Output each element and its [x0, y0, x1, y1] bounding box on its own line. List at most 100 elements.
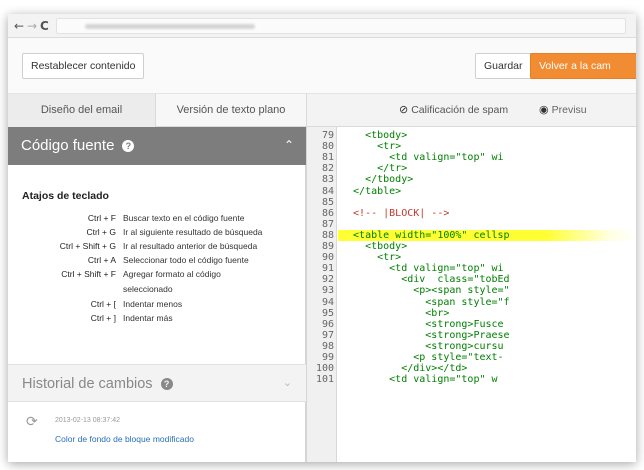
back-arrow-icon[interactable]: ←	[14, 17, 24, 35]
shortcut-description: Indentar menos	[123, 299, 183, 309]
app-window: ← → C Restablecer contenido Guardar Volv…	[8, 14, 636, 462]
left-tab-bar: Diseño del email Versión de texto plano	[8, 94, 306, 127]
help-icon[interactable]: ?	[160, 378, 173, 391]
code-text: <tbody>	[341, 241, 408, 252]
spam-score-label: Calificación de spam	[411, 104, 509, 116]
line-number: 86	[321, 207, 334, 219]
line-number: 84	[321, 185, 334, 197]
line-number: 95	[321, 307, 334, 319]
forward-arrow-icon[interactable]: →	[27, 17, 37, 35]
line-number: 81	[321, 152, 334, 164]
left-panel: Código fuente? ⌃ Atajos de teclado Ctrl …	[8, 127, 306, 462]
source-code-header[interactable]: Código fuente? ⌃	[8, 127, 306, 165]
code-text: <table width="100%" cellsp	[341, 229, 510, 241]
no-entry-icon: ⊘	[399, 104, 409, 116]
editor-toolbar: Restablecer contenido Guardar Volver a l…	[8, 38, 636, 94]
line-number: 100	[315, 363, 334, 375]
code-text: <tr>	[341, 252, 402, 264]
line-number: 101	[315, 374, 334, 386]
code-text: </tbody>	[341, 174, 414, 186]
code-text: <p><span style="	[341, 285, 510, 297]
line-number: 94	[321, 296, 334, 308]
code-text: <br>	[341, 307, 450, 319]
shortcut-description: Seleccionar todo el código fuente	[123, 255, 249, 265]
history-header[interactable]: Historial de cambios? ⌄	[8, 364, 306, 402]
line-number: 87	[321, 218, 334, 230]
eye-icon: ◉	[539, 104, 549, 116]
code-editor[interactable]: 79 <tbody> 80 <tr> 81 <td valign="top" wi 8…	[306, 127, 636, 462]
line-number: 80	[321, 141, 334, 153]
code-text: <td valign="top" wi	[341, 263, 504, 275]
shortcuts-heading: Atajos de teclado	[22, 190, 109, 202]
spam-score-tab[interactable]: ⊘ Calificación de spam	[399, 94, 508, 127]
line-number: 90	[321, 252, 334, 264]
shortcut-description: Ir al siguiente resultado de búsqueda	[123, 227, 263, 237]
preview-label: Previsu	[551, 104, 587, 116]
line-number: 92	[321, 274, 334, 286]
line-number: 98	[321, 340, 334, 352]
reset-content-button[interactable]: Restablecer contenido	[22, 53, 145, 79]
code-text: </table>	[341, 185, 402, 197]
history-title-row: Historial de cambios?	[22, 365, 173, 403]
line-number: 93	[321, 285, 334, 297]
shortcut-row: Ctrl + Shift + F Agregar formato al códig…	[22, 267, 302, 297]
code-text: <strong>Fusce	[341, 318, 504, 330]
code-text: <td valign="top" wi	[341, 152, 504, 164]
code-text: <tr>	[341, 141, 402, 153]
code-text: <div class="tobEd	[341, 274, 510, 286]
history-timestamp: 2013-02-13 08:37:42	[55, 417, 120, 424]
reload-icon[interactable]: C	[40, 17, 49, 35]
right-tab-bar: ⊘ Calificación de spam ◉ Previsu	[306, 94, 636, 127]
preview-tab[interactable]: ◉ Previsu	[539, 94, 587, 127]
line-number: 82	[321, 163, 334, 175]
shortcut-keys: Ctrl + A	[87, 255, 116, 265]
shortcut-description: Buscar texto en el código fuente	[123, 213, 245, 223]
shortcut-list: Ctrl + F Buscar texto en el código fuente…	[22, 211, 302, 325]
shortcut-row: Ctrl + ] Indentar más	[22, 311, 302, 325]
line-number: 91	[321, 263, 334, 275]
address-bar[interactable]	[56, 18, 626, 34]
edge-fade	[546, 127, 636, 462]
tab-plain-text[interactable]: Versión de texto plano	[156, 94, 306, 127]
code-text: <!-- |BLOCK| -->	[341, 207, 450, 219]
blurred-url	[85, 24, 255, 29]
shortcut-keys: Ctrl + F	[87, 213, 116, 223]
shortcut-keys: Ctrl + [	[90, 299, 116, 309]
save-button[interactable]: Guardar	[475, 53, 532, 79]
code-text: <td valign="top" w	[341, 374, 498, 386]
shortcut-description: Ir al resultado anterior de búsqueda	[123, 241, 258, 251]
code-text: </div></td>	[341, 363, 468, 375]
shortcut-description: Indentar más	[123, 313, 173, 323]
shortcut-keys: Ctrl + ]	[90, 313, 116, 323]
code-text: <span style="f	[341, 296, 510, 308]
shortcut-keys: Ctrl + G	[86, 227, 116, 237]
shortcut-keys: Ctrl + Shift + G	[59, 241, 116, 251]
line-number: 85	[321, 196, 334, 208]
code-text: <strong>Praese	[341, 329, 510, 341]
line-number: 99	[321, 352, 334, 363]
line-number: 89	[321, 241, 334, 252]
line-number: 97	[321, 329, 334, 341]
source-code-title-row: Código fuente?	[21, 127, 135, 165]
history-description[interactable]: Color de fondo de bloque modificado	[55, 434, 194, 444]
line-number: 79	[321, 130, 334, 141]
shortcut-row: Ctrl + G Ir al siguiente resultado de bús…	[22, 225, 302, 239]
line-number: 83	[321, 174, 334, 186]
shortcut-row: Ctrl + [ Indentar menos	[22, 297, 302, 311]
shortcut-description: Agregar formato al código seleccionado	[123, 269, 221, 294]
shortcut-row: Ctrl + A Seleccionar todo el código fuent…	[22, 253, 302, 267]
code-text: <strong>cursu	[341, 340, 504, 352]
source-code-title: Código fuente	[21, 137, 115, 154]
code-text: <tbody>	[341, 130, 408, 141]
back-to-campaign-button[interactable]: Volver a la cam	[530, 53, 636, 79]
history-entry[interactable]: ⟳ 2013-02-13 08:37:42 Color de fondo de …	[8, 409, 306, 459]
line-number: 88	[321, 229, 334, 241]
help-icon[interactable]: ?	[122, 140, 135, 153]
shortcut-keys: Ctrl + Shift + F	[61, 269, 116, 279]
tab-email-design[interactable]: Diseño del email	[8, 94, 156, 127]
spinner-icon: ⟳	[26, 414, 38, 430]
chevron-down-icon[interactable]: ⌄	[283, 376, 292, 389]
history-title: Historial de cambios	[22, 376, 153, 392]
code-text: <p style="text-	[341, 352, 504, 363]
chevron-up-icon[interactable]: ⌃	[284, 138, 294, 152]
